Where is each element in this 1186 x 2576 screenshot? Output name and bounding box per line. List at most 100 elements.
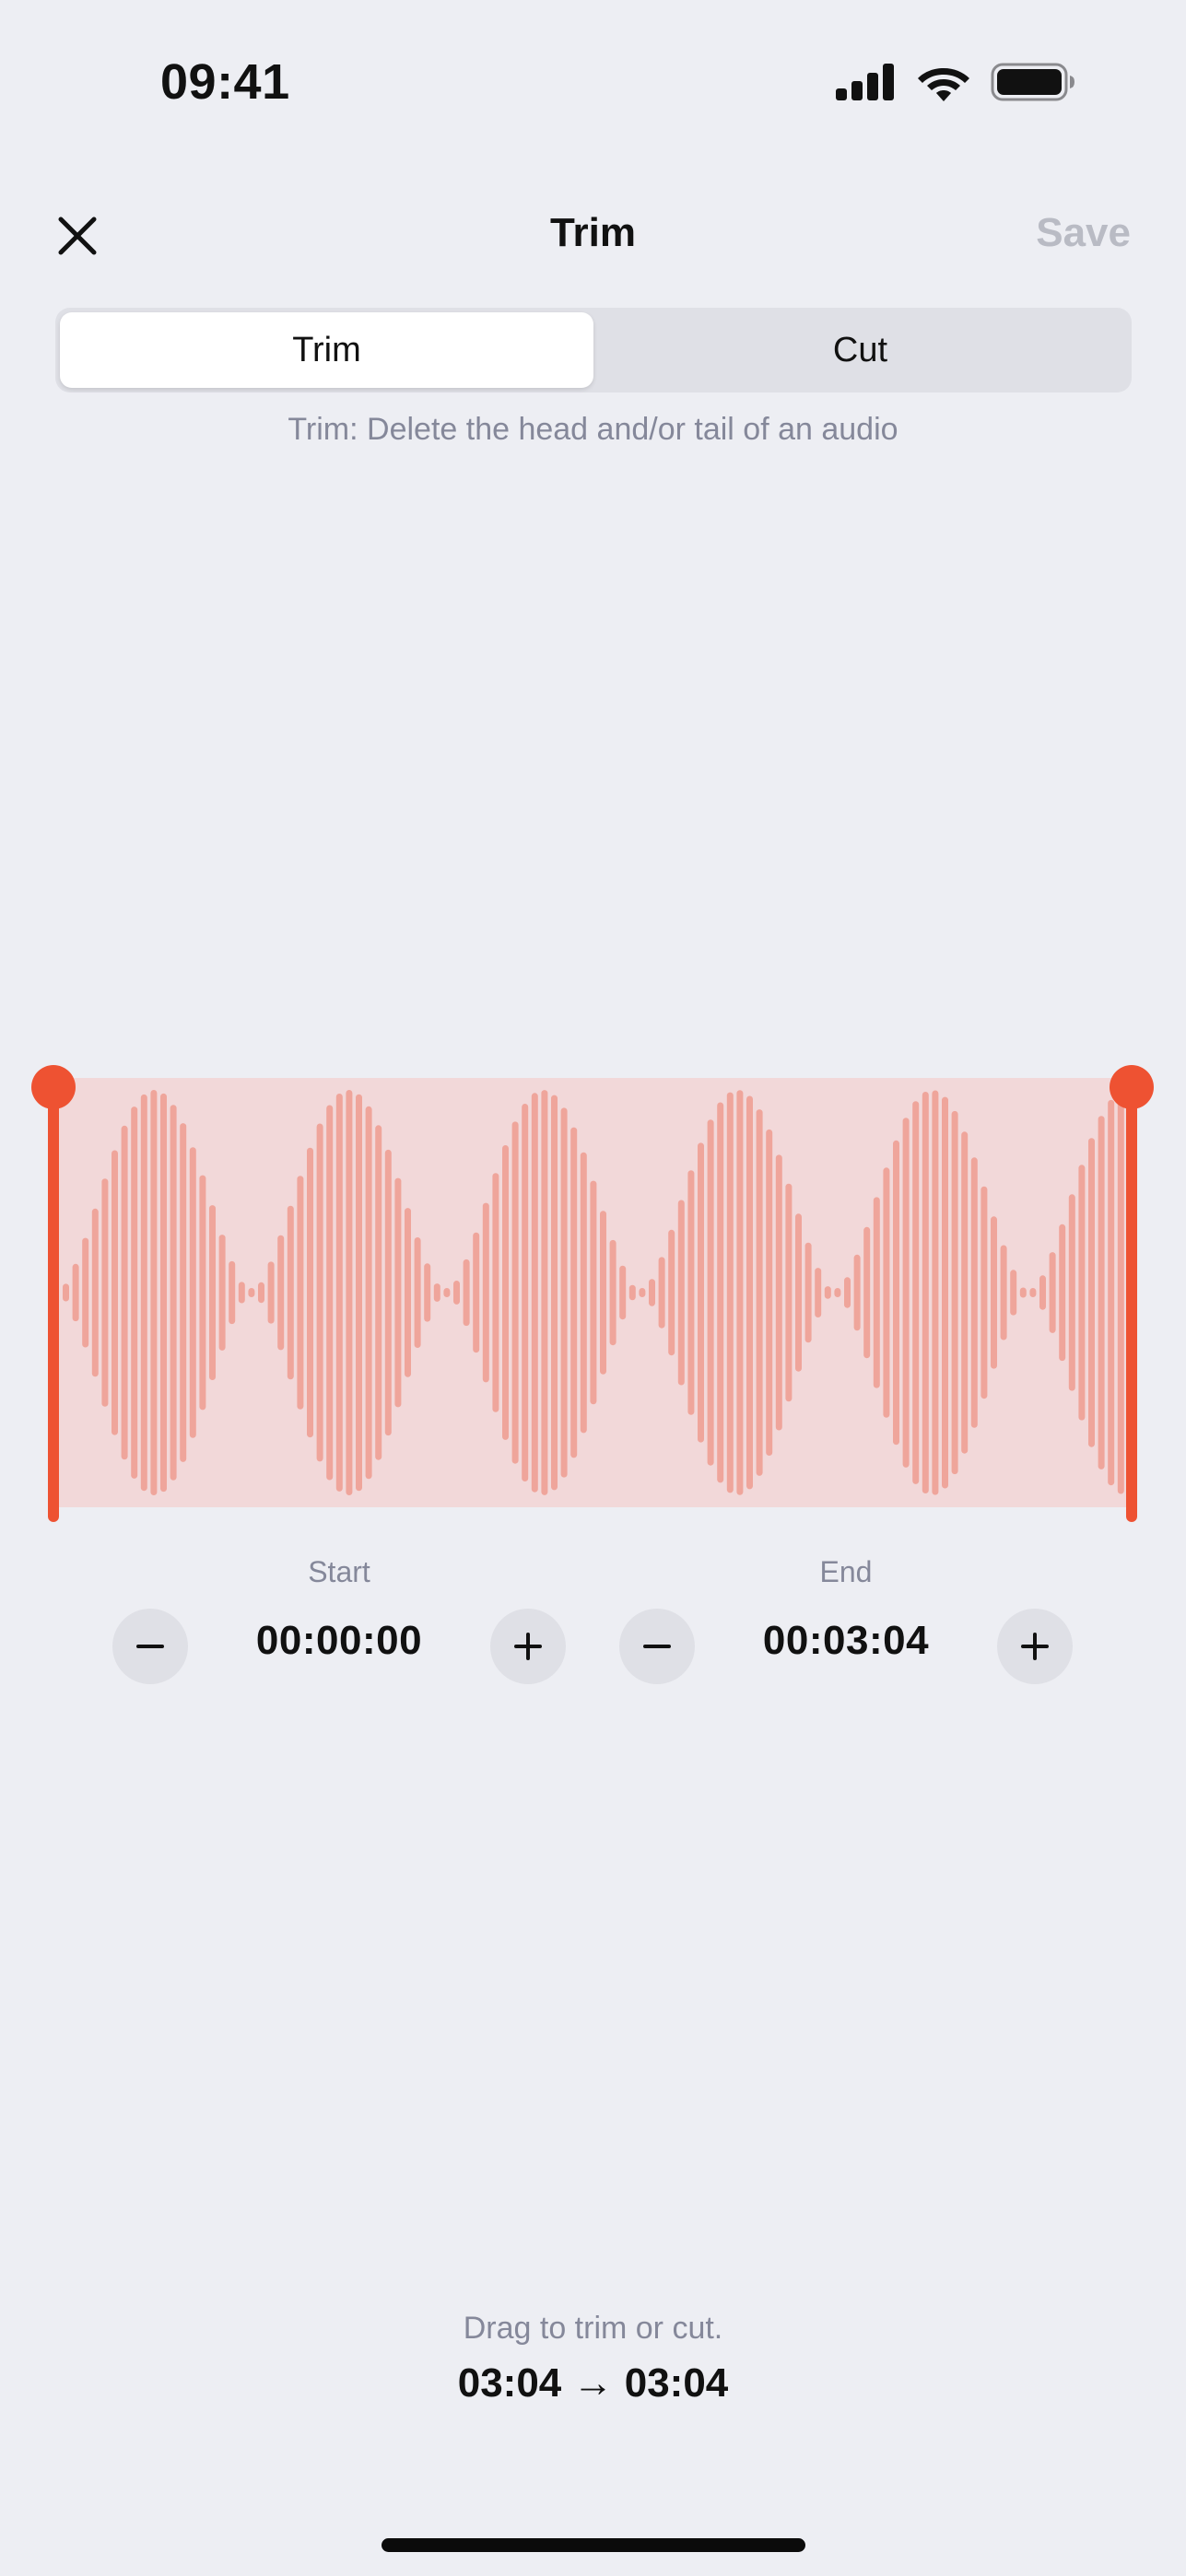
segment-trim[interactable]: Trim: [60, 312, 593, 388]
waveform-bar: [316, 1123, 323, 1462]
trim-start-handle[interactable]: [31, 1065, 76, 1522]
waveform-bar: [775, 1154, 782, 1431]
plus-icon: [1021, 1633, 1049, 1660]
waveform-bar: [991, 1216, 997, 1369]
minus-icon: [643, 1645, 671, 1648]
waveform-bar: [1000, 1245, 1007, 1341]
waveform-bar: [199, 1175, 206, 1411]
waveform-bar: [795, 1213, 802, 1372]
waveform-bar: [1088, 1138, 1095, 1447]
waveform-bar: [394, 1177, 402, 1408]
waveform-bar: [482, 1202, 489, 1383]
waveform-bar: [961, 1131, 969, 1454]
waveform-bar: [677, 1200, 685, 1386]
waveform-bar: [492, 1173, 499, 1412]
save-button[interactable]: Save: [1036, 210, 1131, 256]
waveform-bar: [600, 1211, 606, 1375]
waveform-bar: [443, 1288, 451, 1297]
waveform-bar: [970, 1157, 978, 1428]
start-increment-button[interactable]: [490, 1609, 566, 1684]
waveform-bar: [639, 1288, 646, 1297]
page-title: Trim: [550, 210, 636, 255]
waveform-bar: [375, 1125, 382, 1460]
handle-line: [1126, 1087, 1137, 1522]
start-decrement-button[interactable]: [112, 1609, 188, 1684]
waveform-bar: [570, 1127, 578, 1458]
duration-summary: 03:04 → 03:04: [457, 2360, 729, 2406]
waveform-bar: [258, 1282, 264, 1304]
waveform-bar: [140, 1094, 147, 1492]
waveform-bar: [414, 1237, 421, 1348]
waveform-bar: [766, 1129, 773, 1456]
waveform-bar: [551, 1095, 558, 1491]
waveform-bar: [1059, 1224, 1066, 1362]
waveform-bar: [1029, 1288, 1037, 1297]
waveform-bar: [824, 1286, 831, 1299]
plus-icon: [514, 1633, 542, 1660]
waveform-bar: [91, 1208, 99, 1377]
waveform-bar: [229, 1260, 236, 1325]
home-indicator: [382, 2538, 805, 2552]
segment-cut[interactable]: Cut: [593, 312, 1127, 388]
waveform-bar: [883, 1167, 890, 1418]
end-decrement-button[interactable]: [619, 1609, 695, 1684]
waveform-bar: [942, 1096, 948, 1489]
waveform-bar: [981, 1186, 988, 1399]
waveform-bar: [511, 1121, 519, 1464]
waveform-bar: [1078, 1165, 1086, 1421]
status-time: 09:41: [160, 54, 290, 110]
waveform-bar: [1019, 1287, 1027, 1298]
waveform-bar: [209, 1205, 216, 1380]
waveform-bar: [218, 1235, 226, 1351]
waveform-bar: [82, 1237, 89, 1348]
waveform-bar: [834, 1288, 841, 1297]
waveform-bar: [267, 1261, 275, 1324]
waveform-bar: [1010, 1270, 1017, 1316]
waveform-bar: [893, 1140, 899, 1446]
waveform-bar: [785, 1183, 793, 1402]
waveform-bar: [844, 1277, 851, 1308]
waveform-bar: [609, 1239, 616, 1346]
handle-line: [48, 1087, 59, 1522]
waveform-bar: [433, 1283, 440, 1302]
waveform-bar: [1049, 1252, 1056, 1333]
start-time-value: 00:00:00: [255, 1618, 423, 1663]
waveform-bar: [726, 1092, 734, 1493]
waveform-editor[interactable]: [0, 1050, 1186, 1522]
waveform-bar: [668, 1229, 675, 1356]
waveform-bar: [335, 1094, 343, 1492]
waveform-bar: [922, 1092, 929, 1493]
waveform-bar: [463, 1259, 470, 1327]
waveform-bar: [1098, 1116, 1105, 1469]
waveform-bar: [1068, 1194, 1075, 1391]
waveform-bar: [287, 1205, 294, 1380]
waveform-bar: [658, 1257, 665, 1329]
waveform-bar: [1039, 1275, 1046, 1310]
cellular-signal-icon: [836, 64, 894, 100]
waveform-bar: [522, 1104, 529, 1481]
waveform-bar: [863, 1226, 871, 1359]
waveform-bar: [873, 1197, 880, 1388]
waveform-bar: [619, 1265, 627, 1320]
waveform-bar: [101, 1178, 109, 1407]
trim-end-handle[interactable]: [1110, 1065, 1154, 1522]
waveform-bar: [756, 1109, 763, 1476]
waveform-bar: [649, 1279, 655, 1306]
waveform-bar: [932, 1090, 939, 1495]
waveform-bar: [405, 1208, 411, 1377]
end-increment-button[interactable]: [997, 1609, 1073, 1684]
waveform-bar: [112, 1150, 118, 1435]
waveform-bar: [180, 1123, 187, 1462]
wifi-icon: [918, 68, 969, 101]
status-icons: [836, 63, 1075, 101]
footer-hint: Drag to trim or cut.: [463, 2311, 723, 2346]
waveform-bar: [150, 1090, 158, 1495]
waveform-bar: [473, 1232, 480, 1353]
waveform-bar: [170, 1105, 177, 1481]
waveform-bars: [63, 1090, 1124, 1495]
waveform-bar: [804, 1242, 812, 1343]
waveform-bar: [951, 1110, 958, 1475]
waveform-bar: [307, 1147, 313, 1438]
waveform-bar: [424, 1263, 431, 1322]
waveform-bar: [541, 1090, 548, 1495]
